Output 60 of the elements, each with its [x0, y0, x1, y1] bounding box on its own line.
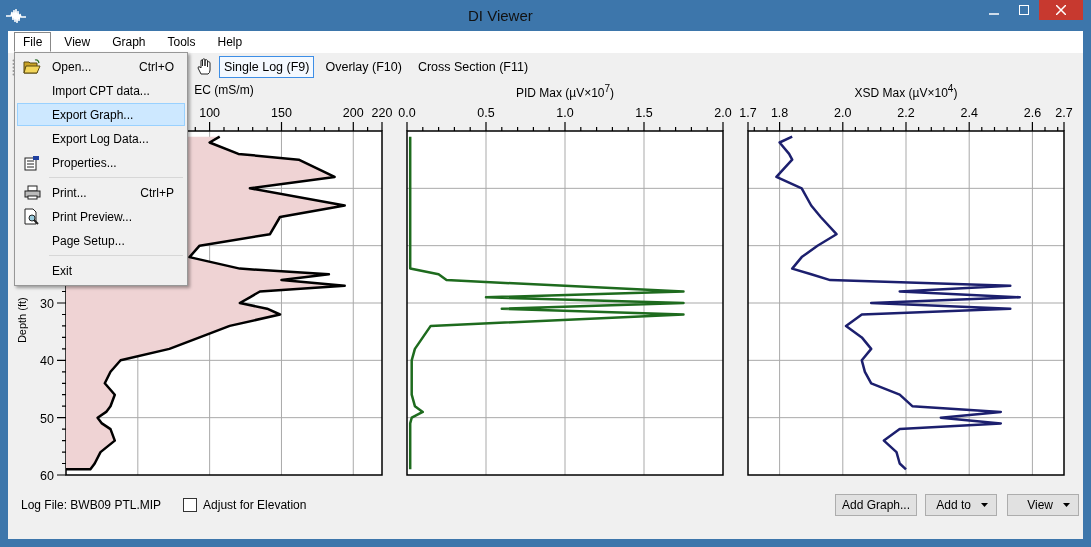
- axis-label: 2.0: [834, 106, 852, 120]
- view-tab[interactable]: Overlay (F10): [320, 55, 407, 78]
- view-tab[interactable]: Single Log (F9): [219, 55, 315, 78]
- window-title: DI Viewer: [468, 7, 533, 24]
- menu-entry[interactable]: Print... Ctrl+P: [17, 181, 185, 204]
- chart-title: XSD Max (µV×10$^{4}$): [854, 86, 958, 100]
- axis-label: 1.5: [635, 106, 653, 120]
- document-icon: [24, 154, 40, 171]
- menu-entry[interactable]: Properties...: [17, 151, 185, 174]
- footer-button[interactable]: View: [1007, 494, 1079, 516]
- axis-label: 1.7: [739, 106, 757, 120]
- menu-entry[interactable]: Print Preview...: [17, 205, 185, 228]
- menu-item[interactable]: Help: [208, 32, 252, 52]
- chart-title: PID Max (µV×10$^{7}$): [515, 86, 615, 100]
- menu-item[interactable]: View: [55, 32, 100, 52]
- checkbox-label: Adjust for Elevation: [203, 498, 307, 512]
- caret-icon: [981, 503, 988, 507]
- axis-label: 2.6: [1023, 106, 1042, 120]
- axis-label: 2.7: [1055, 106, 1073, 120]
- close-button[interactable]: [1039, 0, 1083, 20]
- log-file-label: Log File: BWB09 PTL.MIP: [21, 498, 162, 512]
- magnifier-page-icon: [24, 208, 40, 225]
- chart-title: EC (mS/m): [194, 83, 254, 97]
- menu-entry[interactable]: Page Setup...: [17, 229, 185, 252]
- folder-icon: [23, 59, 41, 74]
- menu-entry[interactable]: Exit: [17, 259, 185, 282]
- axis-label: 1.8: [770, 106, 789, 120]
- axis-label: 220: [371, 106, 393, 120]
- caret-icon: [1063, 503, 1070, 507]
- menu-item[interactable]: Graph: [103, 32, 155, 52]
- hand-icon[interactable]: [197, 57, 213, 76]
- axis-title: Depth (ft): [16, 297, 28, 344]
- axis-label: 30: [40, 297, 54, 311]
- axis-label: 2.0: [714, 106, 732, 120]
- close-icon: [1056, 5, 1066, 15]
- menu-item[interactable]: File: [14, 32, 52, 52]
- axis-label: 0.0: [398, 106, 416, 120]
- axis-label: 150: [271, 106, 292, 120]
- menu-entry[interactable]: Import CPT data...: [17, 79, 185, 102]
- axis-label: 100: [199, 106, 221, 120]
- footer-button[interactable]: Add Graph...: [834, 494, 917, 516]
- axis-label: 1.0: [556, 106, 574, 120]
- axis-label: 0.5: [477, 106, 495, 120]
- axis-label: 2.2: [897, 106, 915, 120]
- checkbox[interactable]: [183, 498, 198, 512]
- footer-button[interactable]: Add to: [925, 494, 997, 516]
- view-tab[interactable]: Cross Section (F11): [412, 55, 534, 78]
- menu-entry[interactable]: Export Log Data...: [17, 127, 185, 150]
- minimize-icon: [989, 13, 999, 15]
- menu-entry[interactable]: Open... Ctrl+O: [17, 55, 185, 78]
- maximize-icon: [1019, 5, 1029, 15]
- printer-icon: [23, 185, 41, 200]
- menu-entry[interactable]: Export Graph...: [17, 103, 185, 126]
- axis-label: 2.4: [960, 106, 978, 120]
- axis-label: 40: [40, 354, 54, 369]
- waveform-icon: [6, 7, 26, 24]
- axis-label: 50: [40, 411, 54, 426]
- axis-label: 200: [342, 106, 364, 120]
- axis-label: 60: [40, 469, 54, 480]
- menu-item[interactable]: Tools: [158, 32, 205, 52]
